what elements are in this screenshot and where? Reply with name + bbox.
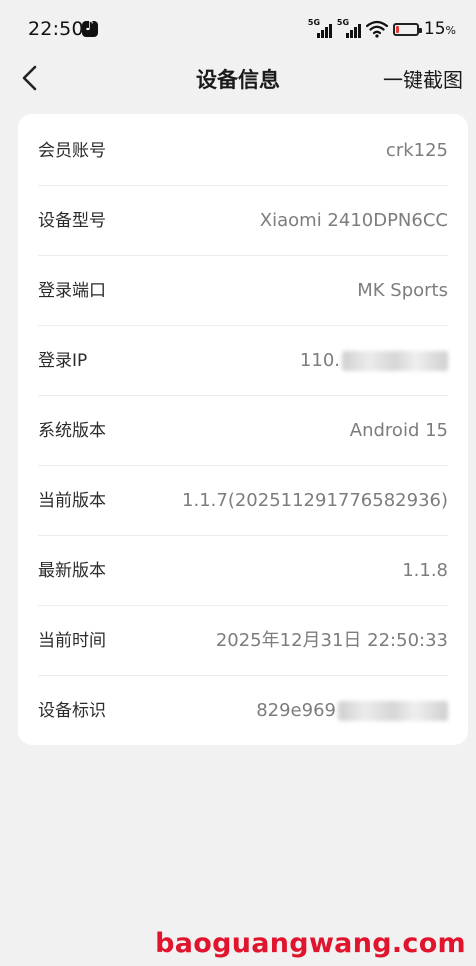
status-bar: 22:50 5G 5G 15% [0, 0, 476, 58]
battery-percent: 15% [423, 19, 456, 39]
tiktok-icon [82, 18, 98, 37]
row-value: 829e969 [256, 676, 448, 746]
screenshot-button[interactable]: 一键截图 [383, 64, 463, 93]
row-login-ip: 登录IP 110. [38, 326, 448, 396]
row-label: 当前版本 [38, 491, 106, 511]
row-latest-version: 最新版本 1.1.8 [38, 536, 448, 606]
row-label: 系统版本 [38, 421, 106, 441]
network-type-label: 5G [307, 18, 321, 27]
row-label: 当前时间 [38, 631, 106, 651]
wifi-icon [365, 20, 388, 38]
row-value: 1.1.7(202511291776582936) [182, 490, 448, 511]
redacted-ip-blur [342, 351, 448, 371]
watermark: baoguangwang.com [155, 928, 466, 959]
device-info-card: 会员账号 crk125 设备型号 Xiaomi 2410DPN6CC 登录端口 … [18, 114, 468, 745]
row-value: 2025年12月31日 22:50:33 [215, 630, 448, 651]
row-label: 最新版本 [38, 561, 106, 581]
row-value: 110. [300, 326, 448, 396]
row-current-time: 当前时间 2025年12月31日 22:50:33 [38, 606, 448, 676]
network-type-label-2: 5G [336, 18, 350, 27]
row-label: 登录IP [38, 351, 88, 371]
ip-visible-part: 110. [299, 350, 340, 371]
status-icons: 5G 5G 15% [308, 18, 456, 40]
battery-icon [392, 22, 422, 36]
redacted-device-id-blur [338, 701, 448, 721]
row-label: 登录端口 [38, 281, 106, 301]
row-label: 设备型号 [38, 211, 106, 231]
row-value: Xiaomi 2410DPN6CC [259, 210, 448, 231]
row-value: 1.1.8 [402, 560, 448, 581]
row-label: 设备标识 [38, 701, 106, 721]
nav-bar: 设备信息 一键截图 [0, 58, 476, 98]
signal-icon-2: 5G [336, 18, 361, 38]
row-login-port: 登录端口 MK Sports [38, 256, 448, 326]
row-label: 会员账号 [38, 141, 106, 161]
row-current-version: 当前版本 1.1.7(202511291776582936) [38, 466, 448, 536]
signal-icon: 5G [307, 18, 332, 38]
row-member-account: 会员账号 crk125 [38, 116, 448, 186]
row-value: crk125 [385, 140, 448, 161]
status-time: 22:50 [28, 18, 84, 40]
row-system-version: 系统版本 Android 15 [38, 396, 448, 466]
battery-fill [395, 25, 400, 33]
row-value: MK Sports [357, 280, 448, 301]
row-value: Android 15 [349, 420, 448, 441]
row-device-id: 设备标识 829e969 [38, 676, 448, 746]
device-id-visible-part: 829e969 [256, 700, 336, 721]
row-device-model: 设备型号 Xiaomi 2410DPN6CC [38, 186, 448, 256]
